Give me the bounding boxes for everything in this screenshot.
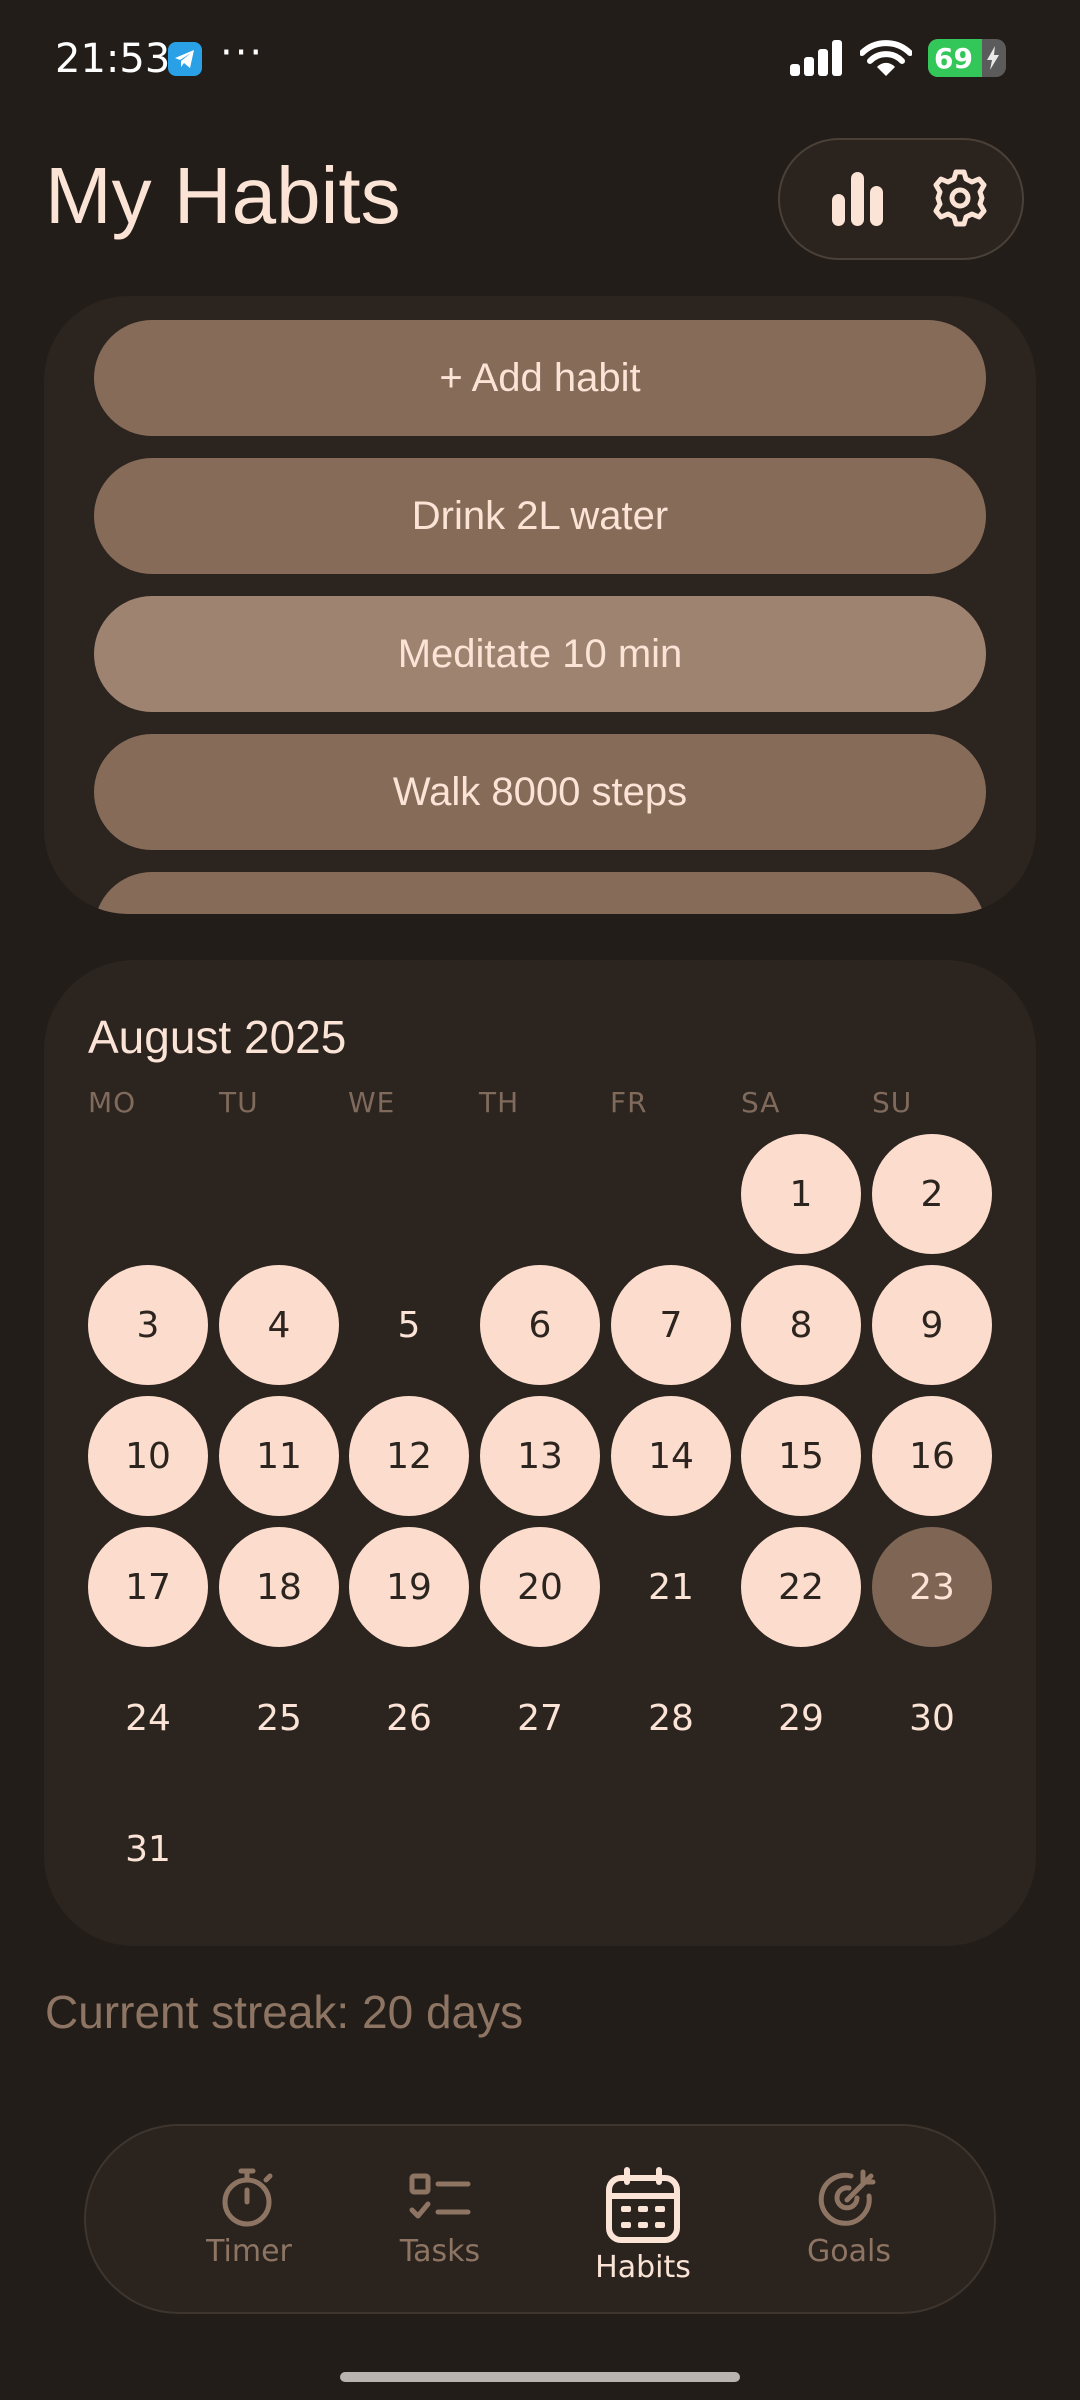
calendar-day[interactable]: 2 [872,1134,992,1254]
calendar-month-label: August 2025 [88,1011,347,1063]
add-habit-button[interactable]: + Add habit [94,320,986,436]
stopwatch-icon [174,2166,324,2230]
calendar-day[interactable]: 4 [219,1265,339,1385]
status-bar: 21:53 ··· 69 [0,0,1080,120]
bottom-nav: Timer Tasks Habits Goals [84,2124,996,2314]
weekday-label: SU [872,1086,913,1119]
calendar-day[interactable]: 3 [88,1265,208,1385]
habits-list[interactable]: + Add habit Drink 2L water Meditate 10 m… [44,296,1036,914]
calendar-day[interactable]: 29 [741,1658,861,1778]
nav-item-goals[interactable]: Goals [774,2166,924,2286]
calendar-day[interactable]: 1 [741,1134,861,1254]
nav-item-tasks[interactable]: Tasks [365,2166,515,2286]
calendar-day[interactable]: 13 [480,1396,600,1516]
calendar-day[interactable]: 23 [872,1527,992,1647]
telegram-icon [168,42,202,76]
wifi-icon [859,40,913,82]
calendar: August 2025 MO TU WE TH FR SA SU 1234567… [44,960,1036,1946]
calendar-day[interactable]: 19 [349,1527,469,1647]
habit-item-partial[interactable] [94,872,986,914]
calendar-day[interactable]: 26 [349,1658,469,1778]
calendar-day[interactable]: 27 [480,1658,600,1778]
weekday-label: MO [88,1086,137,1119]
habit-item-meditate[interactable]: Meditate 10 min [94,596,986,712]
nav-label: Goals [807,2234,891,2269]
nav-item-timer[interactable]: Timer [174,2166,324,2286]
calendar-day[interactable]: 11 [219,1396,339,1516]
calendar-day[interactable]: 21 [611,1527,731,1647]
status-time: 21:53 [55,36,171,82]
streak-text: Current streak: 20 days [45,1986,524,2038]
calendar-day[interactable]: 5 [349,1265,469,1385]
page-title: My Habits [45,151,401,240]
calendar-icon [568,2166,718,2246]
calendar-day[interactable]: 9 [872,1265,992,1385]
bar-chart-icon [830,168,886,232]
nav-label: Timer [206,2234,292,2269]
calendar-day[interactable]: 16 [872,1396,992,1516]
weekday-label: FR [610,1086,648,1119]
nav-label: Tasks [399,2234,481,2269]
settings-button[interactable] [920,160,1000,240]
calendar-day[interactable]: 10 [88,1396,208,1516]
checklist-icon [365,2166,515,2230]
habit-item-drink-water[interactable]: Drink 2L water [94,458,986,574]
calendar-day[interactable]: 15 [741,1396,861,1516]
calendar-day[interactable]: 14 [611,1396,731,1516]
calendar-day[interactable]: 28 [611,1658,731,1778]
weekday-label: TU [219,1086,259,1119]
calendar-day[interactable]: 6 [480,1265,600,1385]
target-icon [774,2166,924,2230]
calendar-day[interactable]: 30 [872,1658,992,1778]
calendar-day[interactable]: 8 [741,1265,861,1385]
charging-bolt-icon [986,46,1000,74]
nav-label: Habits [595,2250,691,2285]
calendar-day[interactable]: 22 [741,1527,861,1647]
gear-icon [930,168,990,232]
calendar-day[interactable]: 24 [88,1658,208,1778]
habit-item-walk[interactable]: Walk 8000 steps [94,734,986,850]
calendar-day[interactable]: 12 [349,1396,469,1516]
weekday-label: SA [741,1086,781,1119]
home-indicator [340,2372,740,2382]
calendar-day[interactable]: 18 [219,1527,339,1647]
calendar-day[interactable]: 25 [219,1658,339,1778]
calendar-day[interactable]: 7 [611,1265,731,1385]
weekday-label: TH [479,1086,520,1119]
nav-item-habits[interactable]: Habits [568,2166,718,2286]
header-actions [778,138,1024,260]
stats-button[interactable] [818,160,898,240]
calendar-day[interactable]: 31 [88,1789,208,1909]
weekday-label: WE [348,1086,396,1119]
more-notifications-icon: ··· [220,30,265,76]
battery-indicator: 69 [928,39,1006,77]
cellular-signal-icon [790,40,844,80]
calendar-day[interactable]: 20 [480,1527,600,1647]
battery-level: 69 [934,42,973,75]
calendar-day[interactable]: 17 [88,1527,208,1647]
